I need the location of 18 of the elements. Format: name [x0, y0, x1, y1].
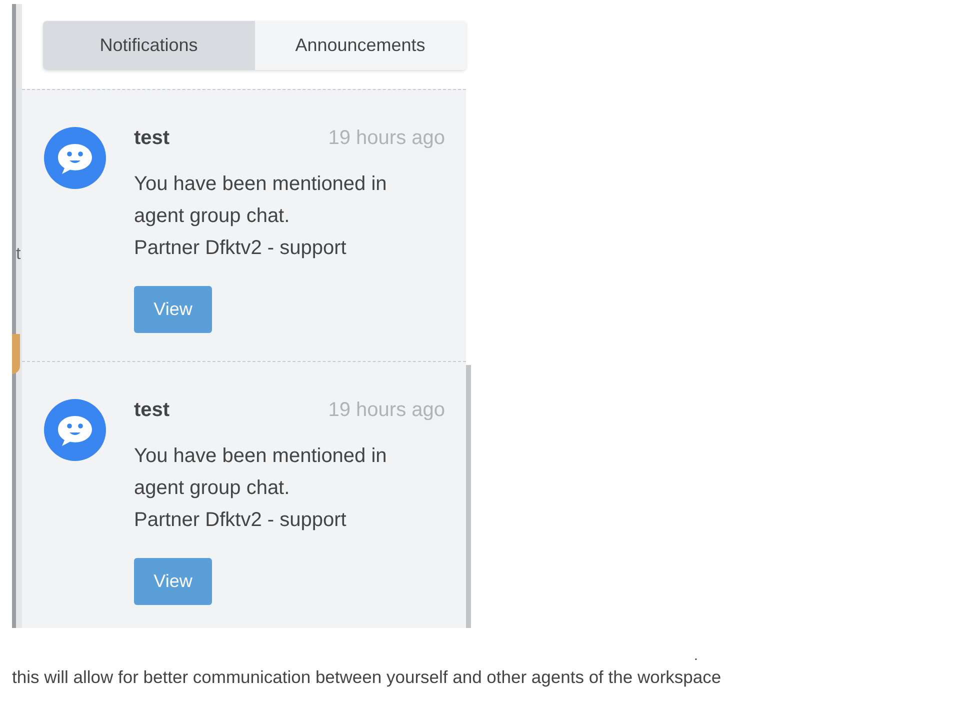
message-line: agent group chat.: [134, 476, 291, 501]
sender-name: test: [134, 399, 170, 422]
message-line: Partner Dfktv2 - support: [134, 508, 348, 533]
message-line: Partner Dfktv2 - support: [134, 236, 348, 261]
cut-off-text: t: [16, 244, 21, 264]
timestamp: 19 hours ago: [328, 399, 445, 422]
caption-text: this will allow for better communication between yourself and other agents of the workspace: [12, 667, 722, 688]
chat-bubble-icon: [44, 399, 106, 461]
message-line: agent group chat.: [134, 204, 291, 229]
scrollbar-thumb[interactable]: [466, 365, 471, 628]
message-line: You have been mentioned in: [134, 172, 388, 197]
chat-bubble-icon: [44, 127, 106, 189]
tab[interactable]: Notifications: [43, 21, 254, 70]
dot-mark: .: [694, 648, 698, 662]
timestamp: 19 hours ago: [328, 127, 445, 150]
tab[interactable]: Announcements: [254, 21, 466, 70]
sender-name: test: [134, 127, 170, 150]
message-line: You have been mentioned in: [134, 444, 388, 469]
